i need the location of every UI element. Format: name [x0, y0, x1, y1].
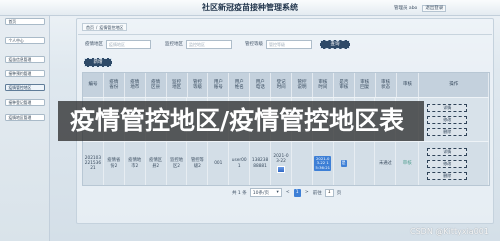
top-header: 社区新冠疫苗接种管理系统 管理员 abo 退出登录 — [0, 0, 500, 16]
search-label-monitor: 监控地区 — [165, 41, 183, 47]
actions-cell: 详情 修改 删除 — [419, 142, 489, 185]
table-cell: 疫情省份2 — [104, 142, 125, 185]
column-header: 疫情省份 — [104, 73, 125, 97]
column-header: 用户账号 — [208, 73, 230, 97]
search-input-area[interactable] — [106, 40, 151, 49]
sidebar-item-vaccine[interactable]: 疫苗信息管理 — [5, 56, 45, 63]
breadcrumb-separator: / — [96, 24, 98, 30]
column-header: 疫情区县 — [146, 73, 167, 97]
table-cell: 疫情地市2 — [125, 142, 146, 185]
next-page-button[interactable]: > — [304, 190, 310, 195]
table-cell: 是 — [334, 142, 355, 185]
column-header: 操作 — [419, 73, 489, 97]
cell-text: 20210322153621 — [84, 155, 102, 172]
table-cell — [292, 142, 313, 185]
goto-suffix: 页 — [336, 190, 342, 196]
column-header: 审核时间 — [313, 73, 334, 97]
sidebar-item-registration[interactable]: 接种登记管理 — [5, 99, 45, 106]
table-cell: 2021-03-22 — [271, 142, 292, 185]
sidebar-item-profile[interactable]: 个人中心 — [5, 37, 45, 44]
prev-page-button[interactable]: < — [285, 190, 291, 195]
cell-text: user001 — [231, 158, 247, 169]
page-size-value: 10条/页 — [252, 190, 269, 196]
table-cell — [355, 142, 376, 185]
table-cell: 13823888881 — [250, 142, 272, 185]
column-header: 审核 — [397, 73, 420, 97]
table-row: 20210322153621 疫情省份2 疫情地市2 疫情区县2 监控地区2 管控等级2 0… — [83, 141, 489, 185]
audit-link[interactable]: 审核 — [403, 161, 412, 166]
user-box: 管理员 abo 退出登录 — [394, 4, 447, 12]
column-header: 审核回复 — [355, 73, 376, 97]
title-banner: 疫情管控地区/疫情管控地区表 — [58, 101, 424, 141]
table-cell: 2021-03-22 15:36:21 — [313, 142, 334, 185]
sidebar-item-area-management[interactable]: 疫情地区管理 — [5, 114, 45, 121]
column-header: 疫情地市 — [125, 73, 146, 97]
total-count: 共 1 条 — [232, 190, 247, 196]
column-header: 用户姓名 — [229, 73, 251, 97]
table-header-row: 编号 疫情省份 疫情地市 疫情区县 监控地区 管控等级 用户账号 用户姓名 用户电话 登记时间 管控… — [83, 73, 489, 97]
cell-text: 2021-03-22 — [273, 154, 289, 165]
cell-text: 001 — [214, 160, 223, 166]
table-cell: 20210322153621 — [83, 142, 104, 185]
goto-label: 前往 — [312, 190, 322, 196]
table-cell: 管控等级2 — [187, 142, 209, 185]
chevron-down-icon: ▾ — [276, 190, 279, 195]
edit-button[interactable]: 修改 — [427, 159, 468, 168]
column-header: 登记时间 — [271, 73, 293, 97]
table-cell: 疫情区县2 — [146, 142, 167, 185]
column-header: 是否审核 — [334, 73, 355, 97]
cell-text: 疫情区县2 — [149, 158, 163, 169]
banner-title: 疫情管控地区/疫情管控地区表 — [70, 106, 405, 135]
search-label-level: 管控等级 — [245, 41, 263, 47]
search-label-area: 疫情地区 — [85, 41, 103, 47]
watermark: CSDN @Kittyxia001 — [410, 227, 489, 236]
breadcrumb-home[interactable]: 首页 — [86, 24, 94, 31]
sidebar: 首页 个人中心 疫苗信息管理 接种预约管理 疫情管控地区 接种登记管理 疫情地区… — [0, 16, 50, 241]
table-cell: 监控地区2 — [167, 142, 188, 185]
logout-button[interactable]: 退出登录 — [422, 4, 447, 12]
sidebar-item-appointment[interactable]: 接种预约管理 — [5, 70, 45, 77]
column-header: 管控等级 — [188, 73, 209, 97]
status-badge: 是 — [340, 160, 347, 167]
page-button-current[interactable]: 1 — [293, 188, 301, 197]
cell-text: 管控等级2 — [190, 158, 204, 169]
details-button[interactable]: 详情 — [427, 103, 468, 112]
search-input-monitor[interactable] — [186, 40, 232, 49]
pagination: 共 1 条 10条/页 ▾ < 1 > 前往 页 — [232, 188, 341, 197]
photo-thumbnail[interactable] — [276, 165, 285, 173]
sidebar-item-controlled-area[interactable]: 疫情管控地区 — [5, 84, 45, 91]
audit-cell: 审核 — [396, 142, 420, 185]
details-button[interactable]: 详情 — [427, 147, 468, 156]
breadcrumb-current: 疫情管控地区 — [99, 24, 124, 30]
table-cell: 未通过 — [375, 142, 397, 185]
column-header: 编号 — [83, 73, 104, 97]
add-button[interactable]: 新增 — [84, 58, 112, 67]
sidebar-item-home[interactable]: 首页 — [5, 18, 45, 25]
user-greeting: 管理员 abo — [394, 6, 418, 11]
column-header: 管控说明 — [292, 73, 313, 97]
search-input-level[interactable] — [266, 40, 312, 49]
cell-text: 疫情地市2 — [128, 158, 142, 169]
cell-text: 监控地区2 — [170, 158, 183, 169]
column-header: 监控地区 — [167, 73, 188, 97]
table-cell: user001 — [229, 142, 251, 185]
delete-button[interactable]: 删除 — [427, 171, 468, 180]
column-header: 用户电话 — [250, 73, 272, 97]
cell-text: 未通过 — [378, 160, 392, 166]
divider — [78, 34, 492, 35]
page-size-select[interactable]: 10条/页 ▾ — [249, 188, 282, 197]
status-badge: 2021-03-22 15:36:21 — [314, 155, 332, 172]
breadcrumb: 首页 / 疫情管控地区 — [82, 23, 128, 31]
edit-button[interactable]: 修改 — [427, 115, 468, 124]
goto-page-input[interactable] — [324, 188, 334, 197]
column-header: 审核状态 — [376, 73, 397, 97]
table-cell: 001 — [208, 142, 230, 185]
delete-button[interactable]: 删除 — [427, 127, 468, 136]
query-button[interactable]: 查询 — [320, 40, 350, 49]
cell-text: 疫情省份2 — [107, 158, 121, 169]
cell-text: 13823888881 — [251, 158, 269, 169]
actions-cell: 详情 修改 删除 — [419, 98, 489, 141]
